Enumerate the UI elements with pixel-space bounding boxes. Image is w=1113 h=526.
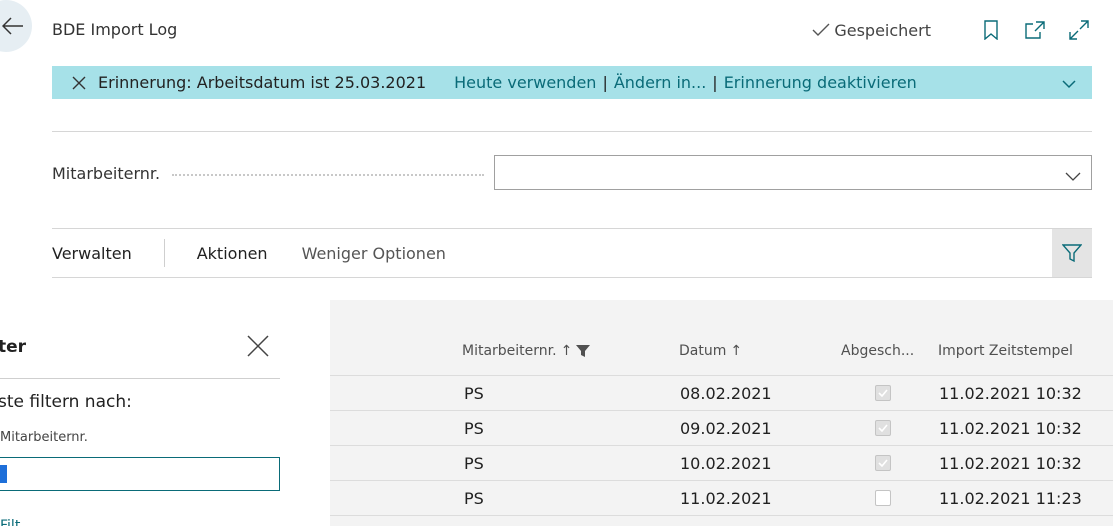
check-icon bbox=[812, 23, 830, 36]
reminder-banner: Erinnerung: Arbeitsdatum ist 25.03.2021 … bbox=[52, 66, 1092, 99]
label-leader-dots bbox=[172, 174, 484, 176]
close-icon bbox=[72, 76, 86, 89]
expand-button[interactable] bbox=[1067, 18, 1091, 42]
bookmark-icon bbox=[984, 20, 998, 40]
column-header-date[interactable]: Datum ↑ bbox=[679, 343, 742, 359]
divider bbox=[52, 131, 1092, 132]
closed-checkbox bbox=[875, 385, 891, 401]
filter-pane-subtitle: ste filtern nach: bbox=[0, 392, 132, 412]
filter-value-input[interactable] bbox=[0, 457, 280, 491]
header-actions: Gespeichert bbox=[812, 18, 1091, 42]
date-cell: 11.02.2021 bbox=[680, 489, 772, 508]
employee-no-select[interactable] bbox=[494, 155, 1092, 190]
filter-pane-close-button[interactable] bbox=[246, 334, 270, 362]
employee-no-label: Mitarbeiternr. bbox=[52, 164, 161, 183]
action-separator bbox=[163, 239, 165, 267]
manage-menu[interactable]: Verwalten bbox=[52, 244, 132, 263]
filter-field-label: Mitarbeiternr. bbox=[0, 430, 88, 445]
grid-header: Mitarbeiternr. ↑ Datum ↑ Abgesch... Impo… bbox=[330, 300, 1113, 375]
saved-label: Gespeichert bbox=[834, 20, 931, 40]
date-cell: 10.02.2021 bbox=[680, 454, 772, 473]
column-header-import-timestamp[interactable]: Import Zeitstempel bbox=[938, 343, 1073, 359]
table-row[interactable] bbox=[330, 515, 1113, 526]
banner-separator: | bbox=[712, 73, 718, 92]
use-today-link[interactable]: Heute verwenden bbox=[454, 73, 596, 92]
table-row[interactable]: PS 09.02.2021 11.02.2021 10:32 bbox=[330, 410, 1113, 445]
column-header-employee-no[interactable]: Mitarbeiternr. ↑ bbox=[462, 343, 591, 359]
disable-reminder-link[interactable]: Erinnerung deaktivieren bbox=[724, 73, 917, 92]
sort-ascending-icon: ↑ bbox=[560, 343, 573, 359]
banner-message: Erinnerung: Arbeitsdatum ist 25.03.2021 bbox=[98, 73, 427, 92]
change-date-link[interactable]: Ändern in... bbox=[614, 73, 706, 92]
banner-expand-button[interactable] bbox=[1062, 74, 1076, 93]
employee-cell: PS bbox=[464, 454, 484, 473]
chevron-down-icon bbox=[1062, 80, 1076, 89]
filter-applied-icon bbox=[576, 345, 591, 357]
filter-icon bbox=[1062, 244, 1082, 263]
open-new-window-icon bbox=[1025, 21, 1045, 39]
chevron-down-icon bbox=[1065, 172, 1081, 181]
page-title: BDE Import Log bbox=[52, 20, 178, 39]
add-filter-link[interactable]: Filt bbox=[0, 518, 20, 526]
closed-checkbox bbox=[875, 455, 891, 471]
bookmark-button[interactable] bbox=[979, 18, 1003, 42]
divider bbox=[52, 277, 1092, 278]
employee-cell: PS bbox=[464, 489, 484, 508]
banner-close-button[interactable] bbox=[70, 74, 88, 92]
back-icon bbox=[2, 17, 23, 35]
divider bbox=[0, 378, 280, 379]
close-icon bbox=[247, 335, 269, 357]
check-icon bbox=[878, 459, 888, 467]
column-header-closed[interactable]: Abgesch... bbox=[841, 343, 914, 359]
timestamp-cell: 11.02.2021 11:23 bbox=[939, 489, 1082, 508]
data-grid: Mitarbeiternr. ↑ Datum ↑ Abgesch... Impo… bbox=[330, 300, 1113, 526]
check-icon bbox=[878, 424, 888, 432]
check-icon bbox=[878, 389, 888, 397]
employee-no-dropdown-button[interactable] bbox=[1065, 166, 1081, 185]
filter-pane-title: ter bbox=[0, 337, 27, 357]
table-row[interactable]: PS 10.02.2021 11.02.2021 10:32 bbox=[330, 445, 1113, 480]
banner-separator: | bbox=[602, 73, 608, 92]
expand-icon bbox=[1069, 20, 1089, 40]
action-bar: Verwalten Aktionen Weniger Optionen bbox=[52, 229, 1092, 277]
timestamp-cell: 11.02.2021 10:32 bbox=[939, 384, 1082, 403]
back-button[interactable] bbox=[0, 0, 32, 52]
table-row[interactable]: PS 08.02.2021 11.02.2021 10:32 bbox=[330, 375, 1113, 410]
closed-checkbox bbox=[875, 490, 891, 506]
filter-pane-toggle[interactable] bbox=[1052, 229, 1092, 277]
selected-text bbox=[0, 465, 7, 483]
open-new-window-button[interactable] bbox=[1023, 18, 1047, 42]
fewer-options-button[interactable]: Weniger Optionen bbox=[302, 244, 446, 263]
employee-cell: PS bbox=[464, 419, 484, 438]
employee-cell: PS bbox=[464, 384, 484, 403]
timestamp-cell: 11.02.2021 10:32 bbox=[939, 419, 1082, 438]
actions-menu[interactable]: Aktionen bbox=[197, 244, 268, 263]
saved-status: Gespeichert bbox=[812, 21, 931, 40]
sort-ascending-icon: ↑ bbox=[730, 343, 743, 359]
date-cell: 09.02.2021 bbox=[680, 419, 772, 438]
table-row[interactable]: PS 11.02.2021 11.02.2021 11:23 bbox=[330, 480, 1113, 515]
closed-checkbox bbox=[875, 420, 891, 436]
date-cell: 08.02.2021 bbox=[680, 384, 772, 403]
timestamp-cell: 11.02.2021 10:32 bbox=[939, 454, 1082, 473]
